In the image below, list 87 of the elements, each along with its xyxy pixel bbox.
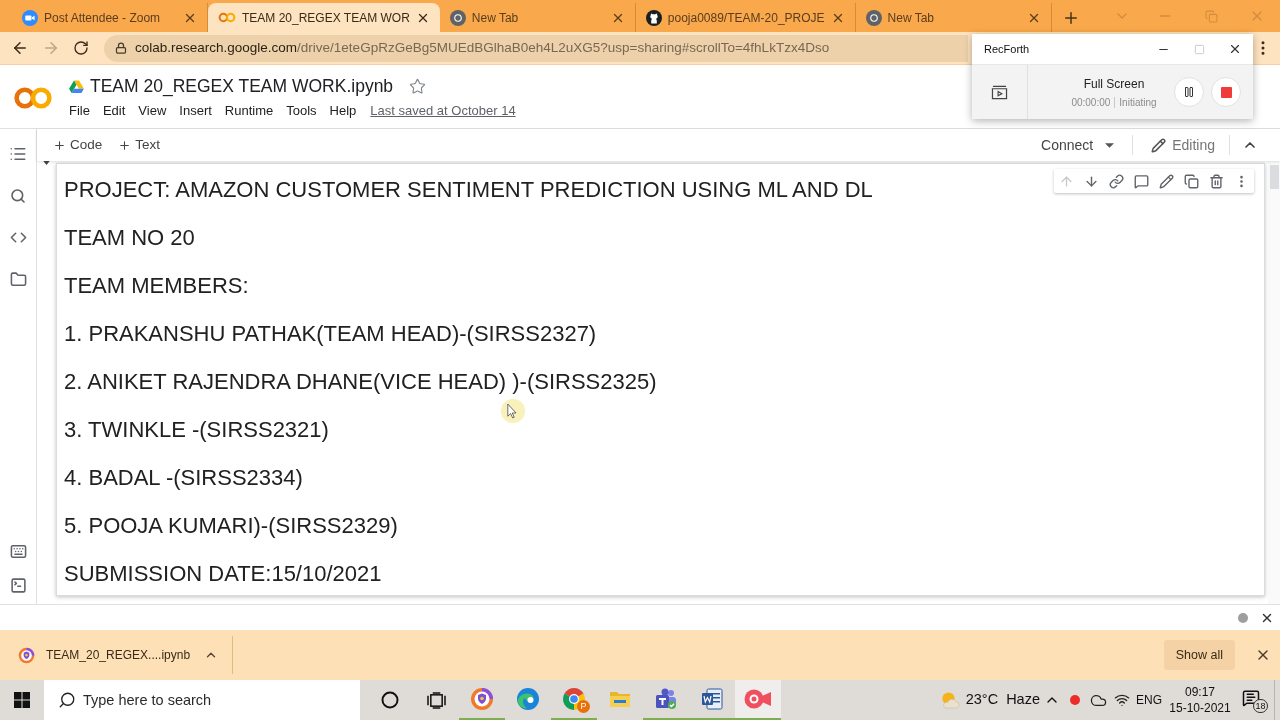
document-app-icon [700, 687, 724, 711]
search-icon [58, 691, 76, 709]
browser-logo-icon [865, 9, 882, 26]
mouse-cursor-icon [500, 398, 526, 424]
people-app-icon [654, 687, 678, 711]
weather-widget[interactable]: 23°C Haze [940, 680, 1040, 720]
stop-button[interactable] [1211, 77, 1241, 107]
caret-down-icon [1105, 142, 1115, 148]
markdown-text: TEAM NO 20 [64, 224, 195, 252]
logo-icon [218, 12, 236, 23]
pause-button[interactable] [1174, 77, 1204, 107]
markdown-text: 2. ANIKET RAJENDRA DHANE(VICE HEAD) )-(SIRSS2325) [64, 368, 657, 396]
url-text: colab.research.google.com/drive/1eteGpRzGeBg5MUEdBGlhaB0eh4L2uXG5?usp=sharing#scrollTo=4fhLkTzx4Dso [135, 38, 830, 57]
browser-logo-icon [562, 687, 586, 711]
logo-icon [13, 85, 53, 110]
video-folder-icon[interactable] [991, 84, 1008, 100]
profile-badge: P [577, 700, 590, 713]
record-camera-icon [744, 689, 772, 709]
pencil-icon[interactable] [1159, 173, 1174, 189]
markdown-text: 3. TWINKLE -(SIRSS2321) [64, 416, 329, 444]
add-cell-button[interactable]: Text [116, 132, 163, 158]
plus-icon [53, 138, 66, 152]
comment-icon[interactable] [1134, 173, 1149, 189]
arrow-down-icon[interactable] [1084, 173, 1099, 189]
trash-icon[interactable] [1209, 173, 1224, 189]
clock[interactable]: 09:17 15-10-2021 [1164, 680, 1236, 720]
text-cell[interactable] [56, 163, 1265, 596]
drive-icon [69, 79, 84, 93]
copy-icon[interactable] [1184, 173, 1199, 189]
search-field[interactable]: Type here to search [44, 680, 360, 720]
code-icon[interactable] [9, 229, 27, 246]
taskbar-app-button[interactable] [735, 680, 781, 720]
task-view-icon[interactable] [426, 691, 446, 709]
wave-logo-icon [516, 687, 540, 711]
close-icon[interactable] [1228, 42, 1242, 56]
video-camera-icon [22, 9, 38, 26]
show-all-button[interactable]: Show all [1163, 640, 1235, 670]
pencil-icon [1151, 137, 1167, 153]
timer-text: 00:00:00 [1071, 95, 1111, 110]
notebook-title[interactable]: TEAM 20_REGEX TEAM WORK.ipynb [90, 72, 394, 100]
terminal-icon[interactable] [9, 577, 27, 594]
capture-mode-label: Full Screen [1083, 75, 1145, 93]
reload-icon[interactable] [73, 40, 89, 56]
star-icon[interactable] [409, 77, 427, 95]
address-field[interactable]: colab.research.google.com/drive/1eteGpRzGeBg5MUEdBGlhaB0eh4L2uXG5?usp=sharing#scrollTo=4fhLkTzx4Dso [104, 34, 968, 62]
scrollbar-thumb[interactable] [1269, 165, 1279, 189]
window-title: RecForth [984, 41, 1030, 57]
language-indicator[interactable]: ENG [1136, 691, 1162, 709]
cat-logo-icon [645, 9, 662, 26]
markdown-text: 5. POOJA KUMARI)-(SIRSS2329) [64, 512, 398, 540]
markdown-text: PROJECT: AMAZON CUSTOMER SENTIMENT PREDICTION USING ML AND DL [64, 176, 873, 204]
shield-app-icon [18, 646, 35, 664]
connect-button[interactable]: Connect [1039, 132, 1117, 158]
sun-cloud-icon [940, 690, 961, 710]
browser-tab[interactable]: TEAM 20_REGEX TEAM WOR [208, 3, 440, 32]
list-icon[interactable] [9, 145, 27, 163]
last-saved-link[interactable]: Last saved at October 14 [370, 101, 516, 121]
menu-item[interactable]: Insert [179, 101, 212, 121]
pause-icon [1183, 86, 1195, 98]
wifi-icon[interactable] [1114, 692, 1130, 708]
notification-count: 18 [1253, 699, 1268, 713]
status-text: Initiating [1114, 96, 1157, 108]
download-item[interactable]: TEAM_20_REGEX....ipynb [0, 636, 191, 674]
markdown-text: 1. PRAKANSHU PATHAK(TEAM HEAD)-(SIRSS2327) [64, 320, 597, 348]
browser-logo-icon [449, 9, 466, 26]
menu-item[interactable]: Tools [286, 101, 317, 121]
menu-item[interactable]: Runtime [224, 101, 274, 121]
menu-item[interactable]: View [138, 101, 167, 121]
markdown-text: 4. BADAL -(SIRSS2334) [64, 464, 303, 492]
lock-icon [115, 42, 127, 54]
add-cell-button[interactable]: Code [51, 132, 105, 158]
keyboard-icon[interactable] [9, 543, 27, 560]
plus-icon [118, 138, 132, 152]
menu-item[interactable]: Help [329, 101, 357, 121]
folder-icon[interactable] [9, 271, 27, 288]
markdown-text: TEAM MEMBERS: [64, 272, 249, 300]
shield-app-icon [470, 687, 494, 711]
circle-icon[interactable] [381, 691, 399, 709]
link-icon[interactable] [1109, 173, 1124, 189]
stop-icon [1220, 86, 1232, 98]
editing-mode-button[interactable]: Editing [1149, 132, 1217, 158]
markdown-text: SUBMISSION DATE:15/10/2021 [64, 560, 382, 588]
menu-item[interactable]: File [69, 101, 90, 121]
search-icon[interactable] [10, 188, 26, 204]
windows-logo-icon [14, 692, 30, 708]
back-icon[interactable] [11, 39, 29, 57]
menu-item[interactable]: Edit [102, 101, 126, 121]
